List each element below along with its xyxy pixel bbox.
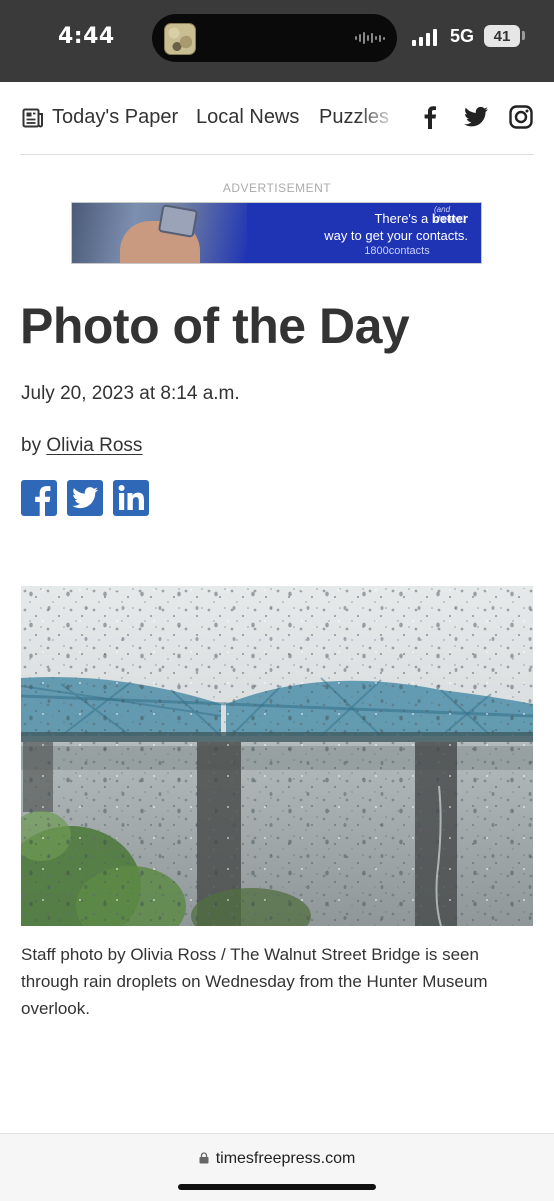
page-title: Photo of the Day xyxy=(20,298,410,354)
article-photo[interactable] xyxy=(21,586,533,926)
site-nav: Today's Paper Local News Puzzles xyxy=(0,82,554,155)
nav-local-news[interactable]: Local News xyxy=(196,106,299,129)
lock-icon xyxy=(199,1152,209,1164)
share-linkedin-button[interactable] xyxy=(113,480,149,516)
cellular-signal-icon xyxy=(412,28,437,46)
photo-caption: Staff photo by Olivia Ross / The Walnut … xyxy=(21,945,488,1018)
author-link[interactable]: Olivia Ross xyxy=(46,435,142,456)
linkedin-icon xyxy=(118,485,144,510)
twitter-icon[interactable] xyxy=(463,104,489,130)
url-text: timesfreepress.com xyxy=(215,1150,356,1167)
instagram-icon[interactable] xyxy=(509,105,533,129)
twitter-icon xyxy=(72,487,98,509)
url-display[interactable]: timesfreepress.com xyxy=(0,1150,554,1168)
ad-phone-image xyxy=(157,204,199,238)
status-bar: 4:44 5G 41 xyxy=(0,0,554,82)
nav-puzzles[interactable]: Puzzles xyxy=(319,106,389,129)
byline: by Olivia Ross xyxy=(21,435,142,457)
ad-brand-logo: 1800contacts xyxy=(364,245,430,257)
ad-photo xyxy=(72,203,247,263)
share-buttons xyxy=(21,480,149,516)
battery-level: 41 xyxy=(493,27,511,45)
article-date: July 20, 2023 at 8:14 a.m. xyxy=(21,383,240,404)
nav-todays-paper-label: Today's Paper xyxy=(52,106,179,128)
newspaper-icon xyxy=(22,108,43,127)
ad-line1-bold: better xyxy=(431,211,468,226)
byline-prefix: by xyxy=(21,435,42,456)
dynamic-island[interactable] xyxy=(152,14,397,62)
advertisement-label: ADVERTISEMENT xyxy=(222,181,332,195)
battery-cap xyxy=(522,31,525,40)
ad-headline: There's a better way to get your contact… xyxy=(258,210,468,244)
advertisement-banner[interactable]: (and cheaper) There's a better way to ge… xyxy=(71,202,482,264)
now-playing-artwork[interactable] xyxy=(164,23,196,55)
facebook-icon[interactable] xyxy=(417,104,443,130)
rainy-bridge-photo xyxy=(21,586,533,926)
ad-line2: way to get your contacts. xyxy=(324,228,468,243)
home-indicator[interactable] xyxy=(178,1184,376,1190)
share-twitter-button[interactable] xyxy=(67,480,103,516)
battery-icon: 41 xyxy=(484,25,520,47)
network-type: 5G xyxy=(450,26,475,46)
share-facebook-button[interactable] xyxy=(21,480,57,516)
nav-todays-paper[interactable]: Today's Paper xyxy=(22,106,178,129)
status-time: 4:44 xyxy=(58,24,115,49)
facebook-icon xyxy=(35,486,51,516)
browser-url-bar[interactable]: timesfreepress.com xyxy=(0,1133,554,1201)
ad-line1-pre: There's a xyxy=(374,211,432,226)
audio-waveform-icon xyxy=(355,31,385,45)
nav-divider xyxy=(20,154,534,155)
